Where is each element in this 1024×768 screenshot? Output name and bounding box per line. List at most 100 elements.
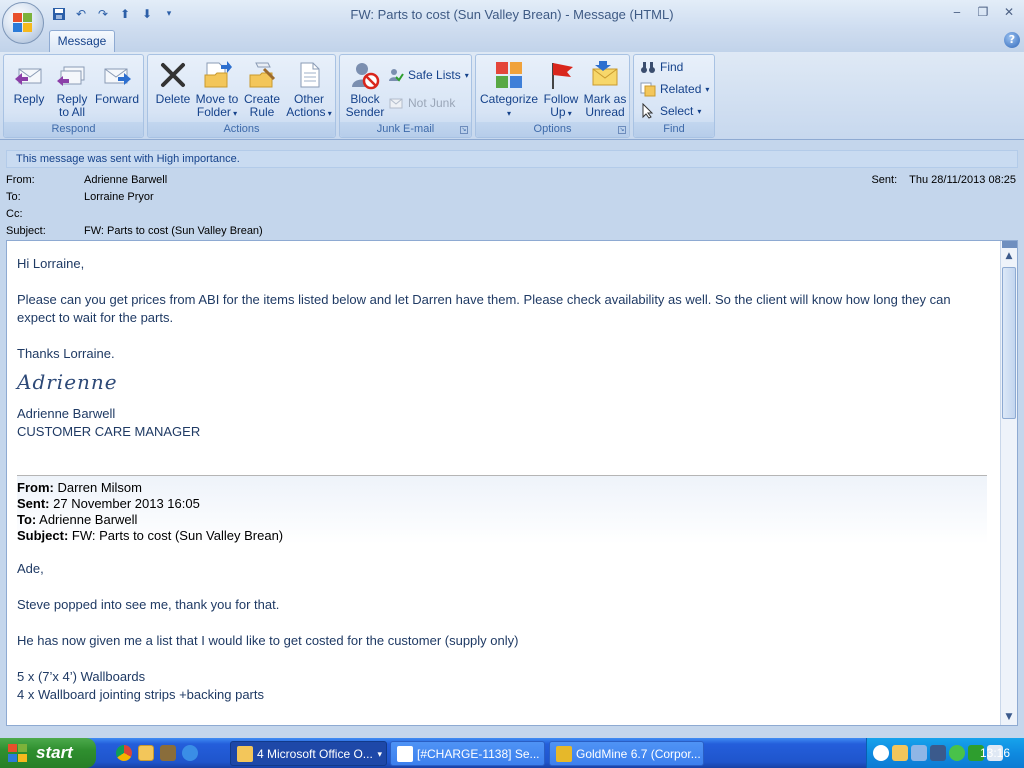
ribbon-tab-strip: Message ? — [0, 30, 1024, 52]
taskbar-item-outlook[interactable]: 4 Microsoft Office O... ▾ — [230, 741, 387, 766]
other-actions-button[interactable]: Other Actions ▾ — [285, 55, 333, 121]
fwd-to-value: Adrienne Barwell — [39, 512, 138, 527]
ie-icon[interactable] — [182, 745, 198, 761]
sent-label: Sent: — [871, 174, 898, 186]
find-button[interactable]: Find — [640, 57, 683, 77]
importance-info-bar[interactable]: This message was sent with High importan… — [6, 150, 1018, 168]
help-icon[interactable]: ? — [1004, 32, 1020, 48]
clock[interactable]: 13:16 — [980, 738, 1010, 768]
fwd-to-label: To: — [17, 512, 37, 527]
safe-lists-button[interactable]: Safe Lists ▾ — [388, 65, 469, 85]
fwd-sent-label: Sent: — [17, 496, 50, 511]
reply-all-button[interactable]: Reply to All — [51, 55, 93, 121]
scroll-down-icon[interactable]: ▼ — [1001, 710, 1017, 724]
move-to-folder-button[interactable]: Move to Folder ▾ — [193, 55, 241, 121]
window-title: FW: Parts to cost (Sun Valley Brean) - M… — [350, 7, 674, 22]
list-item: 4 x Wallboard jointing strips +backing p… — [17, 687, 264, 702]
tab-message[interactable]: Message — [49, 30, 115, 52]
to-label: To: — [6, 191, 21, 203]
respond-group-label: Respond — [4, 122, 143, 137]
find-group: Find Related ▾ Select ▾ Find — [633, 54, 715, 138]
safe-lists-icon — [389, 69, 404, 82]
message-body: Hi Lorraine, Please can you get prices f… — [17, 255, 987, 704]
message-body-pane[interactable]: Hi Lorraine, Please can you get prices f… — [6, 240, 1018, 726]
signature-name: Adrienne Barwell — [17, 406, 116, 421]
not-junk-icon — [389, 98, 403, 109]
other-actions-icon — [300, 62, 320, 88]
cc-label: Cc: — [6, 208, 23, 220]
junk-email-dialog-launcher[interactable]: ↘ — [460, 126, 468, 134]
fwd-from-label: From: — [17, 480, 54, 495]
not-junk-button: Not Junk — [388, 93, 455, 113]
fwd-from-value: Darren Milsom — [57, 480, 142, 495]
fwd-subject-label: Subject: — [17, 528, 69, 543]
taskbar-item-charge[interactable]: [#CHARGE-1138] Se... — [390, 741, 545, 766]
options-dialog-launcher[interactable]: ↘ — [618, 126, 626, 134]
system-tray: 13:16 — [866, 738, 1024, 768]
delete-button[interactable]: Delete — [153, 55, 193, 121]
charge-app-icon — [397, 746, 413, 762]
mark-as-unread-icon — [592, 61, 618, 86]
subject-label: Subject: — [6, 225, 46, 237]
start-button[interactable]: start — [0, 738, 96, 768]
fwd-paragraph-2: He has now given me a list that I would … — [17, 633, 519, 648]
message-header: From: Adrienne Barwell Sent: Thu 28/11/20… — [0, 170, 1024, 240]
vertical-scrollbar[interactable]: ▲ ▼ — [1000, 241, 1017, 725]
minimize-button[interactable]: ‒ — [948, 4, 966, 20]
create-rule-button[interactable]: Create Rule — [241, 55, 283, 121]
app-icon[interactable] — [160, 745, 176, 761]
reply-icon — [15, 68, 42, 85]
scrollbar-thumb[interactable] — [1002, 267, 1016, 419]
related-button[interactable]: Related ▾ — [640, 79, 709, 99]
fwd-sent-value: 27 November 2013 16:05 — [53, 496, 200, 511]
list-item: 5 x (7’x 4’) Wallboards — [17, 669, 146, 684]
categorize-icon — [496, 62, 522, 88]
options-group-label: Options — [476, 122, 629, 137]
move-to-folder-icon — [204, 61, 232, 88]
split-handle[interactable] — [1002, 241, 1017, 248]
forwarded-header: From: Darren Milsom Sent: 27 November 20… — [17, 476, 987, 544]
fwd-subject-value: FW: Parts to cost (Sun Valley Brean) — [71, 528, 284, 543]
to-value[interactable]: Lorraine Pryor — [84, 189, 154, 206]
tray-app-icon[interactable] — [930, 745, 946, 761]
select-button[interactable]: Select ▾ — [640, 101, 701, 121]
outlook-icon[interactable] — [138, 745, 154, 761]
mark-as-unread-button[interactable]: Mark as Unread — [582, 55, 628, 121]
ribbon: Reply Reply to All Forward Respond Delete… — [0, 52, 1024, 140]
office-button[interactable] — [2, 2, 44, 44]
office-logo-icon — [13, 13, 33, 33]
tray-expand-icon[interactable] — [873, 745, 889, 761]
quick-launch — [116, 745, 198, 761]
block-sender-button[interactable]: Block Sender — [344, 55, 386, 121]
forward-icon — [104, 68, 131, 85]
categorize-button[interactable]: Categorize ▾ — [480, 55, 538, 121]
taskbar-item-goldmine[interactable]: GoldMine 6.7 (Corpor... — [549, 741, 704, 766]
close-button[interactable]: ✕ — [1000, 4, 1018, 20]
fwd-paragraph-1: Steve popped into see me, thank you for … — [17, 597, 280, 612]
tray-network-icon[interactable] — [911, 745, 927, 761]
reply-button[interactable]: Reply — [8, 55, 50, 121]
sent-value: Thu 28/11/2013 08:25 — [909, 174, 1016, 186]
tray-outlook-icon[interactable] — [892, 745, 908, 761]
follow-up-flag-icon — [552, 63, 573, 89]
actions-group-label: Actions — [148, 122, 335, 137]
scroll-up-icon[interactable]: ▲ — [1001, 249, 1017, 263]
signature-script: Adrienne — [17, 370, 118, 394]
reply-all-icon — [57, 66, 85, 86]
title-bar: ↶ ↷ ⬆ ⬇ ▾ FW: Parts to cost (Sun Valley … — [0, 0, 1024, 30]
forward-button[interactable]: Forward — [94, 55, 140, 121]
junk-email-group-label: Junk E-mail — [340, 122, 471, 137]
thanks-line: Thanks Lorraine. — [17, 346, 115, 361]
taskbar: start 4 Microsoft Office O... ▾ [#CHARGE-… — [0, 738, 1024, 768]
restore-button[interactable]: ❐ — [974, 4, 992, 20]
from-label: From: — [6, 174, 35, 186]
tray-status-icon[interactable] — [949, 745, 965, 761]
chrome-icon[interactable] — [116, 745, 132, 761]
block-sender-icon — [352, 63, 380, 90]
window-controls: ‒ ❐ ✕ — [948, 4, 1018, 20]
fwd-greeting: Ade, — [17, 561, 44, 576]
junk-email-group: Block Sender Safe Lists ▾ Not Junk Junk E-… — [339, 54, 472, 138]
sent-row: Sent: Thu 28/11/2013 08:25 — [871, 172, 1016, 189]
follow-up-button[interactable]: Follow Up ▾ — [540, 55, 582, 121]
from-value[interactable]: Adrienne Barwell — [84, 172, 167, 189]
